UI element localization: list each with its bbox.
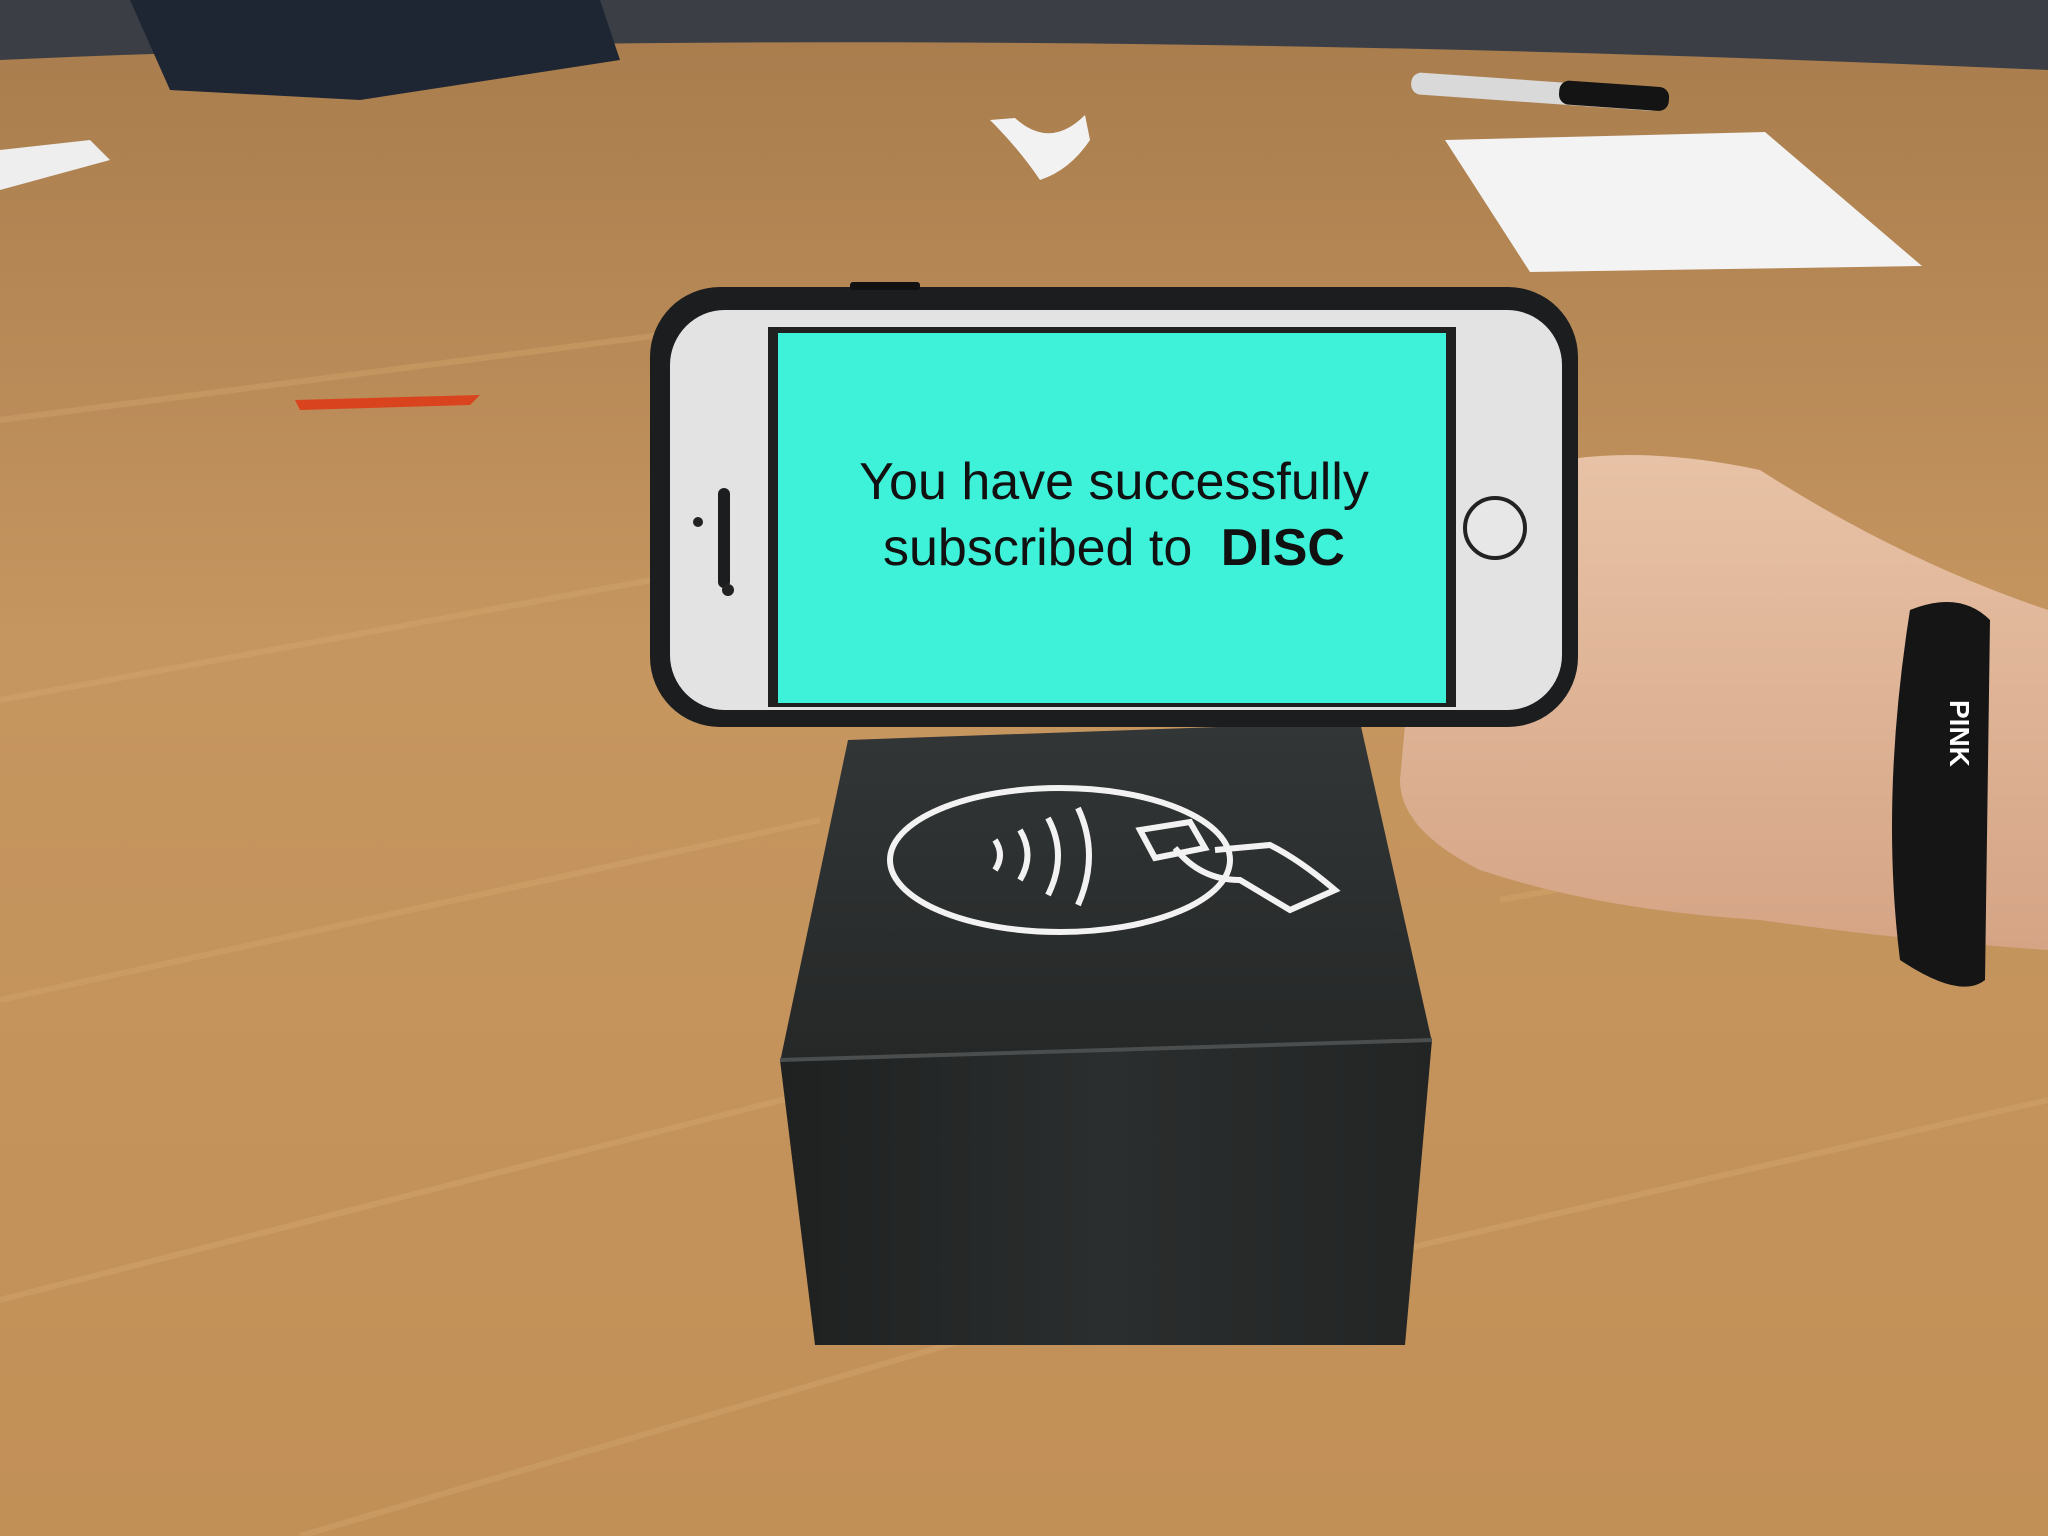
message-line-1: You have successfully [859,453,1369,511]
photo-scene: PINK You have successfully subscribed to… [0,0,2048,1536]
message-prefix: subscribed to [883,519,1193,577]
box-front [780,1040,1432,1345]
nfc-box [779,722,1433,1345]
front-camera [693,517,703,527]
sensor-dot [722,584,734,596]
wristband [1892,602,1990,987]
power-button[interactable] [850,282,920,290]
brand-name: DISC [1220,519,1345,577]
message-line-2: subscribed to DISC [883,515,1345,581]
earpiece [718,488,730,588]
wristband-text: PINK [1944,700,1975,767]
screen-message: You have successfully subscribed to DISC [782,340,1446,690]
scene-svg: PINK [0,0,2048,1536]
home-button[interactable] [1463,496,1527,560]
